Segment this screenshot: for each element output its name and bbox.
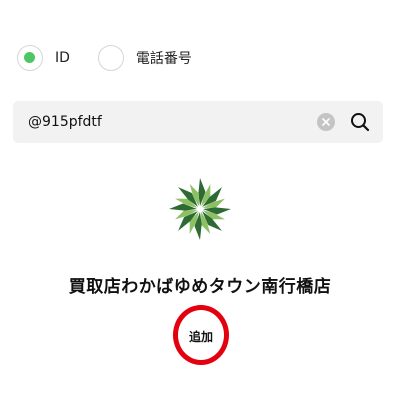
radio-label-id: ID bbox=[55, 50, 70, 66]
radio-label-phone: 電話番号 bbox=[135, 51, 192, 67]
search-input[interactable] bbox=[28, 114, 317, 130]
radio-button-id[interactable] bbox=[17, 45, 43, 71]
clear-icon[interactable] bbox=[317, 113, 335, 131]
search-box bbox=[13, 101, 383, 143]
account-name: 買取店わかばゆめタウン南行橋店 bbox=[68, 277, 332, 297]
add-friend-button[interactable]: 追加 bbox=[182, 323, 220, 349]
radio-button-phone[interactable] bbox=[97, 45, 124, 71]
radio-option-id[interactable]: ID bbox=[17, 45, 70, 71]
search-icon[interactable] bbox=[349, 111, 371, 133]
account-logo-icon bbox=[169, 178, 231, 240]
search-type-selector: ID 電話番号 bbox=[17, 45, 192, 71]
radio-option-phone[interactable]: 電話番号 bbox=[97, 45, 192, 71]
